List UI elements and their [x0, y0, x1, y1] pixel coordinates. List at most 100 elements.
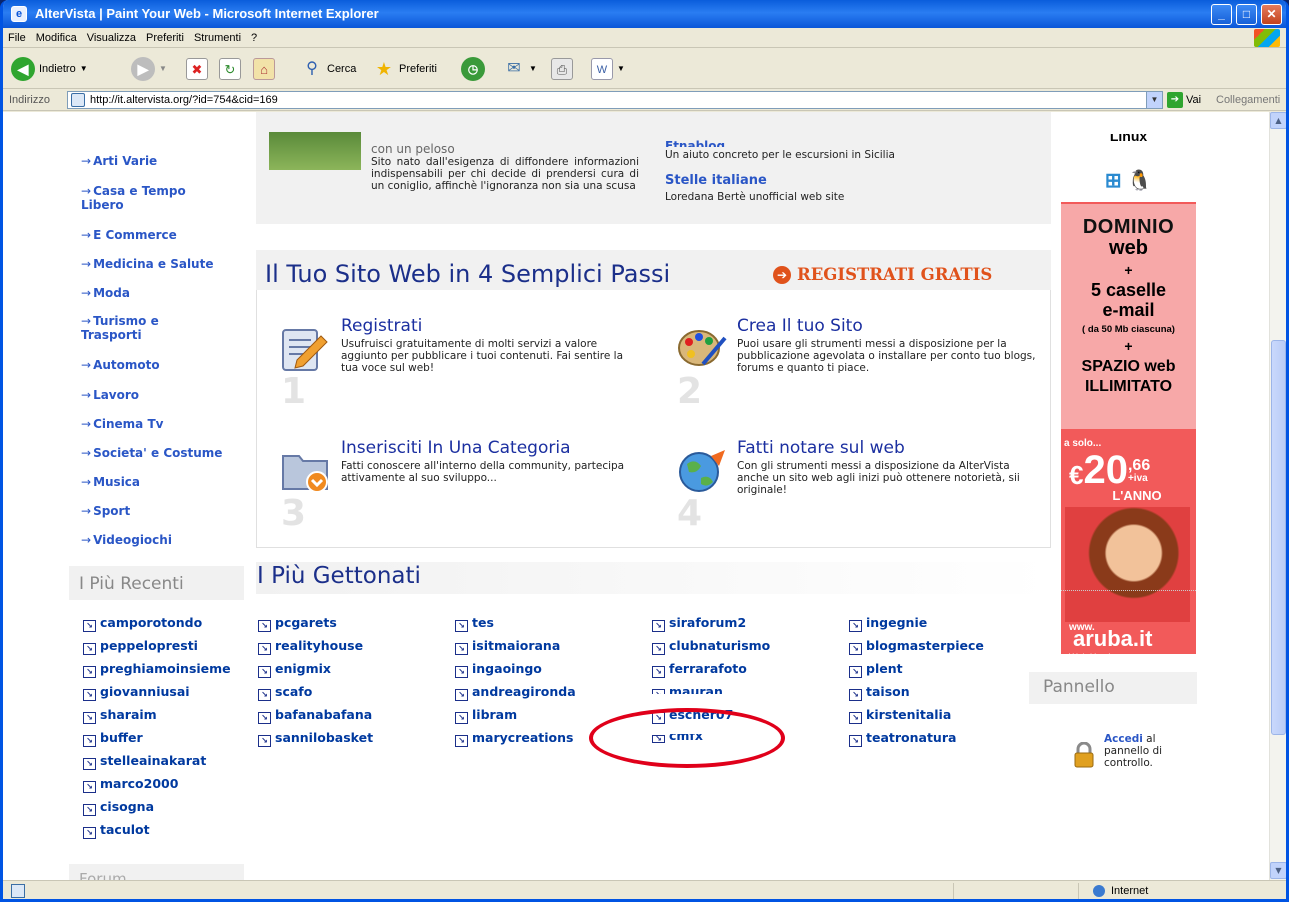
- popular-link[interactable]: ↘ bafanabafana: [258, 707, 372, 724]
- category-link[interactable]: → E Commerce: [81, 228, 177, 242]
- scroll-up-button[interactable]: ▲: [1270, 112, 1286, 129]
- ad-plus-2: +: [1124, 338, 1133, 354]
- ad-web: web: [1109, 237, 1148, 259]
- featured-thumbnail[interactable]: [269, 132, 361, 170]
- popular-link[interactable]: ↘ pcgarets: [258, 615, 337, 632]
- popular-link[interactable]: ↘ libram: [455, 707, 517, 724]
- refresh-icon: ↻: [219, 58, 241, 80]
- popular-link[interactable]: ↘ ingegnie: [849, 615, 927, 632]
- popular-link[interactable]: ↘ tes: [455, 615, 494, 632]
- recent-link[interactable]: ↘ taculot: [83, 822, 150, 839]
- popular-link[interactable]: ↘ plent: [849, 661, 903, 678]
- recent-link[interactable]: ↘ cisogna: [83, 799, 154, 816]
- popular-title: I Più Gettonati: [257, 563, 421, 589]
- category-link[interactable]: → Videogiochi: [81, 533, 172, 547]
- menu-preferiti[interactable]: Preferiti: [141, 28, 189, 48]
- popular-link[interactable]: ↘ kirstenitalia: [849, 707, 951, 724]
- popular-link[interactable]: ↘ clubnaturismo: [652, 638, 770, 655]
- refresh-button[interactable]: ↻: [219, 55, 241, 83]
- search-button[interactable]: ⚲ Cerca: [301, 55, 356, 83]
- scroll-down-button[interactable]: ▼: [1270, 862, 1286, 879]
- category-link[interactable]: → Societa' e Costume: [81, 446, 222, 460]
- category-link[interactable]: → Medicina e Salute: [81, 257, 213, 271]
- edit-button[interactable]: W ▼: [591, 55, 625, 83]
- recent-link[interactable]: ↘ buffer: [83, 730, 143, 747]
- close-button[interactable]: ✕: [1261, 4, 1282, 25]
- windows-linux-icons: ⊞ 🐧: [1104, 170, 1153, 192]
- category-link[interactable]: → Casa e Tempo Libero: [81, 184, 211, 212]
- category-link[interactable]: → Cinema Tv: [81, 417, 163, 431]
- popular-link[interactable]: ↘ blogmasterpiece: [849, 638, 984, 655]
- url-dropdown-icon[interactable]: ▼: [1146, 92, 1162, 108]
- menu-strumenti[interactable]: Strumenti: [189, 28, 246, 48]
- login-link[interactable]: Accedi: [1104, 733, 1143, 745]
- step-number: 2: [677, 371, 703, 412]
- menu-file[interactable]: File: [3, 28, 31, 48]
- step-title[interactable]: Inserisciti In Una Categoria: [341, 438, 571, 458]
- home-button[interactable]: ⌂: [253, 55, 275, 83]
- popular-link[interactable]: ↘ marycreations: [455, 730, 573, 747]
- popular-link[interactable]: ↘ realityhouse: [258, 638, 363, 655]
- step-desc: Puoi usare gli strumenti messi a disposi…: [737, 338, 1036, 374]
- maximize-button[interactable]: □: [1236, 4, 1257, 25]
- step-title[interactable]: Crea Il tuo Sito: [737, 316, 863, 336]
- history-button[interactable]: ◷: [461, 55, 485, 83]
- popular-link[interactable]: ↘ ingaoingo: [455, 661, 542, 678]
- menu-help[interactable]: ?: [246, 28, 262, 48]
- mail-button[interactable]: ✉ ▼: [503, 55, 537, 83]
- popular-link[interactable]: ↘ ferrarafoto: [652, 661, 747, 678]
- menu-visualizza[interactable]: Visualizza: [82, 28, 141, 48]
- page-content: → Arti Varie → Casa e Tempo Libero → E Comm…: [3, 112, 1269, 880]
- toolbar: ◀ Indietro ▼ ▶ ▼ ✖ ↻ ⌂ ⚲ Cerca ★ Preferiti…: [3, 49, 1286, 89]
- featured-left-title[interactable]: con un peloso: [371, 142, 455, 156]
- recent-link[interactable]: ↘ sharaim: [83, 707, 157, 724]
- url-field[interactable]: http://it.altervista.org/?id=754&cid=169…: [67, 91, 1163, 109]
- step-title[interactable]: Registrati: [341, 316, 422, 336]
- browser-window: e AlterVista | Paint Your Web - Microsof…: [0, 0, 1289, 902]
- featured-right-title[interactable]: Stelle italiane: [665, 173, 767, 188]
- popular-link[interactable]: ↘ sannilobasket: [258, 730, 373, 747]
- recent-link[interactable]: ↘ peppelopresti: [83, 638, 198, 655]
- category-link[interactable]: → Arti Varie: [81, 154, 157, 168]
- scroll-thumb[interactable]: [1271, 340, 1286, 735]
- vertical-scrollbar[interactable]: ▲ ▼: [1269, 112, 1286, 880]
- popular-link[interactable]: ↘ enigmix: [258, 661, 331, 678]
- step-title[interactable]: Fatti notare sul web: [737, 438, 905, 458]
- recent-link[interactable]: ↘ preghiamoinsieme: [83, 661, 231, 678]
- recent-link[interactable]: ↘ stelleainakarat: [83, 753, 206, 770]
- recent-link[interactable]: ↘ camporotondo: [83, 615, 202, 632]
- category-link[interactable]: → Sport: [81, 504, 130, 518]
- featured-right-top-title[interactable]: Etnablog: [665, 139, 725, 147]
- minimize-button[interactable]: _: [1211, 4, 1232, 25]
- popular-link[interactable]: ↘ taison: [849, 684, 910, 701]
- popular-link[interactable]: ↘ siraforum2: [652, 615, 746, 632]
- recent-link[interactable]: ↘ giovanniusai: [83, 684, 190, 701]
- back-button[interactable]: ◀ Indietro ▼: [11, 55, 88, 83]
- windows-logo-icon: [1254, 29, 1280, 47]
- category-link[interactable]: → Moda: [81, 286, 130, 300]
- forward-button[interactable]: ▶ ▼: [131, 55, 167, 83]
- category-link[interactable]: → Lavoro: [81, 388, 139, 402]
- ad-dominio: DOMINIO: [1082, 216, 1175, 238]
- title-bar: e AlterVista | Paint Your Web - Microsof…: [3, 0, 1286, 28]
- search-label: Cerca: [327, 63, 357, 75]
- step-number: 1: [281, 371, 307, 412]
- category-link[interactable]: → Turismo e Trasporti: [81, 314, 191, 342]
- popular-link[interactable]: ↘ andreagironda: [455, 684, 576, 701]
- register-free-link[interactable]: ➔ REGISTRATI GRATIS: [773, 265, 992, 284]
- address-bar: Indirizzo http://it.altervista.org/?id=7…: [3, 89, 1286, 111]
- favorites-button[interactable]: ★ Preferiti: [373, 55, 437, 83]
- stop-button[interactable]: ✖: [186, 55, 208, 83]
- menu-modifica[interactable]: Modifica: [31, 28, 82, 48]
- popular-link[interactable]: ↘mauran: [652, 684, 723, 694]
- popular-link[interactable]: ↘ isitmaiorana: [455, 638, 560, 655]
- category-link[interactable]: → Musica: [81, 475, 140, 489]
- print-button[interactable]: ⎙: [551, 55, 573, 83]
- links-label[interactable]: Collegamenti: [1216, 89, 1280, 111]
- popular-link[interactable]: ↘ teatronatura: [849, 730, 956, 747]
- popular-link[interactable]: ↘ scafo: [258, 684, 312, 701]
- ad-spazio: SPAZIO web: [1081, 358, 1176, 375]
- category-link[interactable]: → Automoto: [81, 358, 160, 372]
- recent-link[interactable]: ↘ marco2000: [83, 776, 178, 793]
- go-button[interactable]: ➔ Vai: [1167, 91, 1201, 109]
